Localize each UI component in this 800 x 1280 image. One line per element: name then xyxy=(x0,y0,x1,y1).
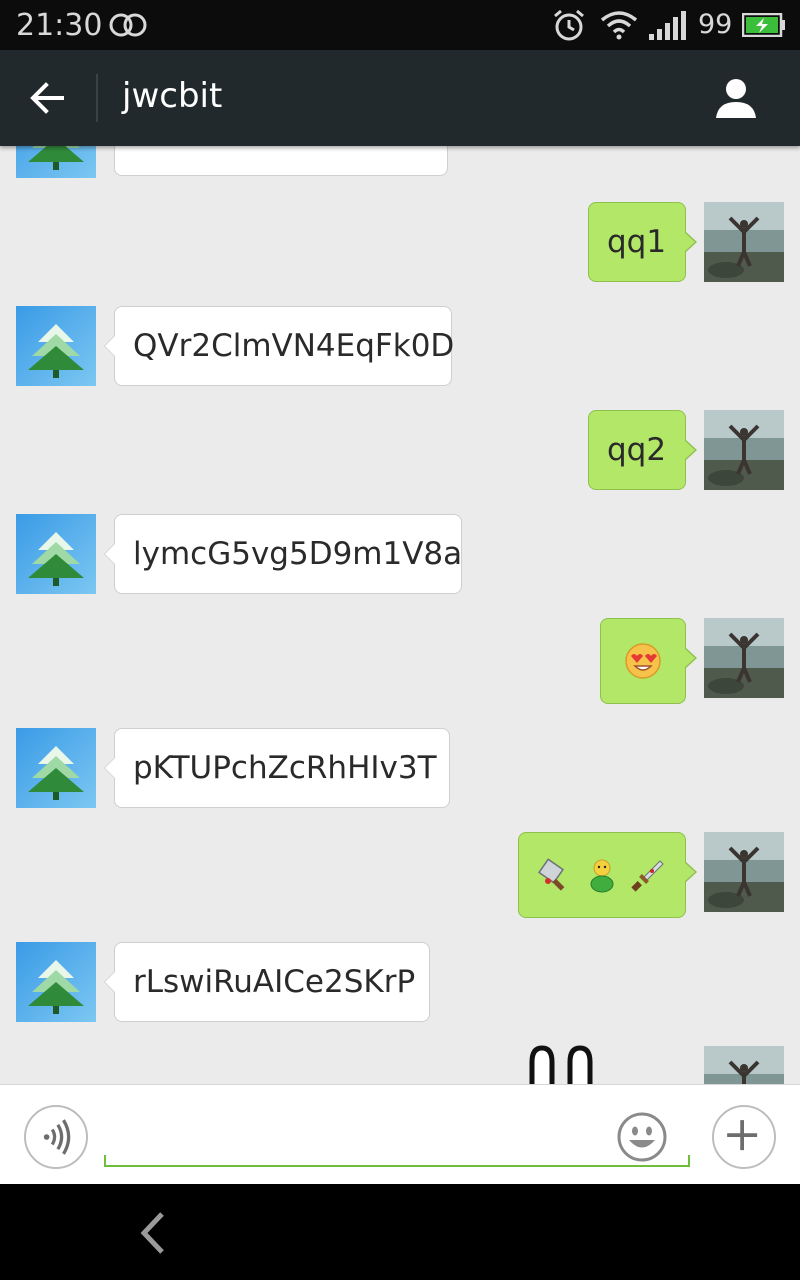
message-bubble-incoming[interactable]: QVr2ClmVN4EqFk0D xyxy=(104,306,455,386)
battery-level: 99 xyxy=(698,9,733,40)
arrow-left-icon[interactable] xyxy=(26,78,68,118)
input-edge-left xyxy=(104,1155,106,1167)
my-avatar[interactable] xyxy=(704,618,784,698)
message-text: qq1 xyxy=(607,224,667,260)
input-edge-right xyxy=(688,1155,690,1167)
status-time: 21:30 xyxy=(16,8,103,43)
contact-avatar[interactable] xyxy=(16,306,96,386)
photo-avatar-icon xyxy=(704,410,784,490)
my-avatar[interactable] xyxy=(704,832,784,912)
message-text: QVr2ClmVN4EqFk0D xyxy=(133,328,455,364)
my-avatar[interactable] xyxy=(704,202,784,282)
tree-avatar-icon xyxy=(16,728,96,808)
photo-avatar-icon xyxy=(704,202,784,282)
tree-avatar-icon xyxy=(16,942,96,1022)
photo-avatar-icon xyxy=(704,832,784,912)
message-text: rLswiRuAICe2SKrP xyxy=(133,964,416,1000)
system-nav-bar xyxy=(0,1184,800,1280)
person-icon[interactable] xyxy=(714,76,758,120)
contact-avatar[interactable] xyxy=(16,942,96,1022)
dagger-emoji xyxy=(631,860,664,892)
voice-button[interactable] xyxy=(24,1105,88,1169)
tree-avatar-icon xyxy=(16,306,96,386)
more-button[interactable] xyxy=(712,1105,776,1169)
message-bubble-outgoing[interactable]: qq1 xyxy=(588,202,697,282)
contact-avatar[interactable] xyxy=(16,146,96,178)
message-bubble-incoming[interactable]: pKTUPchZcRhHIv3T xyxy=(104,728,450,808)
message-bubble-incoming[interactable]: lymcG5vg5D9m1V8a xyxy=(104,514,463,594)
message-text: lymcG5vg5D9m1V8a xyxy=(133,536,463,572)
message-bubble-outgoing[interactable] xyxy=(518,832,697,918)
message-input[interactable] xyxy=(104,1105,690,1167)
bunny-ears-sticker[interactable] xyxy=(526,1044,598,1084)
my-avatar[interactable] xyxy=(704,1046,784,1084)
message-bubble-outgoing[interactable] xyxy=(600,618,697,704)
alarm-icon xyxy=(554,9,584,41)
wifi-icon xyxy=(600,11,638,40)
signal-icon xyxy=(649,11,686,40)
message-text: qq2 xyxy=(607,432,667,468)
contact-avatar[interactable] xyxy=(16,728,96,808)
voice-icon xyxy=(43,1119,71,1155)
photo-avatar-icon xyxy=(704,618,784,698)
message-text: pKTUPchZcRhHIv3T xyxy=(133,750,437,786)
contact-avatar[interactable] xyxy=(16,514,96,594)
smiley-icon[interactable] xyxy=(616,1111,668,1163)
status-bar: 21:30 99 xyxy=(0,0,800,50)
my-avatar[interactable] xyxy=(704,410,784,490)
message-bubble-outgoing[interactable]: qq2 xyxy=(588,410,697,490)
chat-title: jwcbit xyxy=(122,76,223,116)
message-bubble-incoming[interactable]: rLswiRuAICe2SKrP xyxy=(104,942,430,1022)
message-list[interactable]: qq1 QVr2ClmVN4EqFk0D qq2 lymcG5vg5D9m1V8… xyxy=(0,146,800,1084)
tree-avatar-icon xyxy=(16,146,96,178)
heart-eyes-emoji xyxy=(625,643,661,679)
plus-icon xyxy=(727,1120,758,1151)
green-figure-emoji xyxy=(590,859,614,893)
battery-charging-icon xyxy=(742,13,785,37)
tree-avatar-icon xyxy=(16,514,96,594)
compose-bar xyxy=(0,1084,800,1184)
message-bubble-incoming[interactable] xyxy=(104,146,448,176)
nav-back-icon[interactable] xyxy=(136,1210,168,1256)
dual-sim-icon xyxy=(109,13,147,37)
chat-header: jwcbit xyxy=(0,50,800,146)
cleaver-emoji xyxy=(538,858,565,891)
photo-avatar-icon xyxy=(704,1046,784,1084)
header-divider xyxy=(96,74,98,122)
